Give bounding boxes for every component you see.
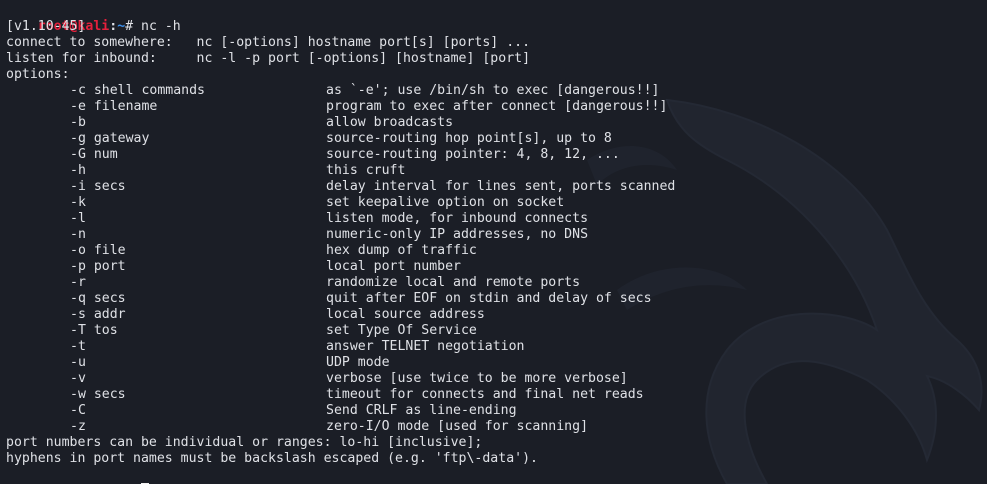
option-row: -C Send CRLF as line-ending [6,403,987,419]
option-flag: -g gateway [70,131,150,146]
option-description: Send CRLF as line-ending [326,403,517,418]
option-row: -G num source-routing pointer: 4, 8, 12, … [6,147,987,163]
usage-listen-line: listen for inbound: nc -l -p port [-opti… [6,51,531,66]
option-row: -g gateway source-routing hop point[s], u… [6,131,987,147]
option-flag: -h [70,163,86,178]
option-row: -o file hex dump of traffic [6,243,987,259]
option-description: allow broadcasts [326,115,454,130]
prompt-line: root@kali:~# nc -h [6,3,987,34]
option-flag: -s addr [70,307,126,322]
option-flag: -C [70,403,86,418]
option-flag: -p port [70,259,126,274]
option-row: -v verbose [use twice to be more verbose] [6,371,987,387]
option-description: listen mode, for inbound connects [326,211,589,226]
option-row: -p port local port number [6,259,987,275]
option-flag: -b [70,115,86,130]
option-flag: -w secs [70,387,126,402]
option-description: verbose [use twice to be more verbose] [326,371,628,386]
version-line: [v1.10-45] [6,19,86,34]
option-row: -t answer TELNET negotiation [6,339,987,355]
option-row: -w secs timeout for connects and final ne… [6,387,987,403]
options-header: options: [6,67,70,82]
option-flag: -i secs [70,179,126,194]
option-flag: -z [70,419,86,434]
terminal-window[interactable]: root@kali:~# nc -h [v1.10-45] connect to… [0,0,987,484]
option-flag: -v [70,371,86,386]
option-row: -c shell commands as `-e'; use /bin/sh to… [6,83,987,99]
option-description: this cruft [326,163,406,178]
footer-line-hyphens: hyphens in port names must be backslash … [6,451,538,466]
option-row: -e filename program to exec after connect… [6,99,987,115]
option-flag: -l [70,211,86,226]
option-row: -l listen mode, for inbound connects [6,211,987,227]
option-flag: -n [70,227,86,242]
option-description: source-routing pointer: 4, 8, 12, ... [326,147,620,162]
option-flag: -o file [70,243,126,258]
option-row: -i secs delay interval for lines sent, po… [6,179,987,195]
option-description: hex dump of traffic [326,243,477,258]
option-description: program to exec after connect [dangerous… [326,99,668,114]
option-flag: -q secs [70,291,126,306]
option-row: -T tos set Type Of Service [6,323,987,339]
option-row: -z zero-I/O mode [used for scanning] [6,419,987,435]
option-flag: -T tos [70,323,118,338]
option-row: -h this cruft [6,163,987,179]
option-description: answer TELNET negotiation [326,339,525,354]
option-description: numeric-only IP addresses, no DNS [326,227,589,242]
option-flag: -G num [70,147,118,162]
option-description: set keepalive option on socket [326,195,565,210]
option-row: -u UDP mode [6,355,987,371]
option-description: quit after EOF on stdin and delay of sec… [326,291,652,306]
option-row: -b allow broadcasts [6,115,987,131]
option-row: -k set keepalive option on socket [6,195,987,211]
option-description: timeout for connects and final net reads [326,387,644,402]
option-description: local source address [326,307,485,322]
option-flag: -e filename [70,99,158,114]
option-flag: -u [70,355,86,370]
prompt-line-active[interactable]: root@kali:~# [6,467,987,484]
option-description: as `-e'; use /bin/sh to exec [dangerous!… [326,83,660,98]
option-description: set Type Of Service [326,323,477,338]
option-row: -s addr local source address [6,307,987,323]
option-description: zero-I/O mode [used for scanning] [326,419,589,434]
option-description: UDP mode [326,355,390,370]
option-row: -r randomize local and remote ports [6,275,987,291]
option-description: delay interval for lines sent, ports sca… [326,179,676,194]
option-row: -q secs quit after EOF on stdin and delay… [6,291,987,307]
option-description: source-routing hop point[s], up to 8 [326,131,612,146]
options-list: -c shell commands as `-e'; use /bin/sh to… [6,83,987,435]
footer-line-ports: port numbers can be individual or ranges… [6,435,483,450]
option-flag: -t [70,339,86,354]
option-flag: -r [70,275,86,290]
option-flag: -k [70,195,86,210]
usage-connect-line: connect to somewhere: nc [-options] host… [6,35,531,50]
option-description: randomize local and remote ports [326,275,581,290]
option-row: -n numeric-only IP addresses, no DNS [6,227,987,243]
option-flag: -c shell commands [70,83,205,98]
option-description: local port number [326,259,461,274]
